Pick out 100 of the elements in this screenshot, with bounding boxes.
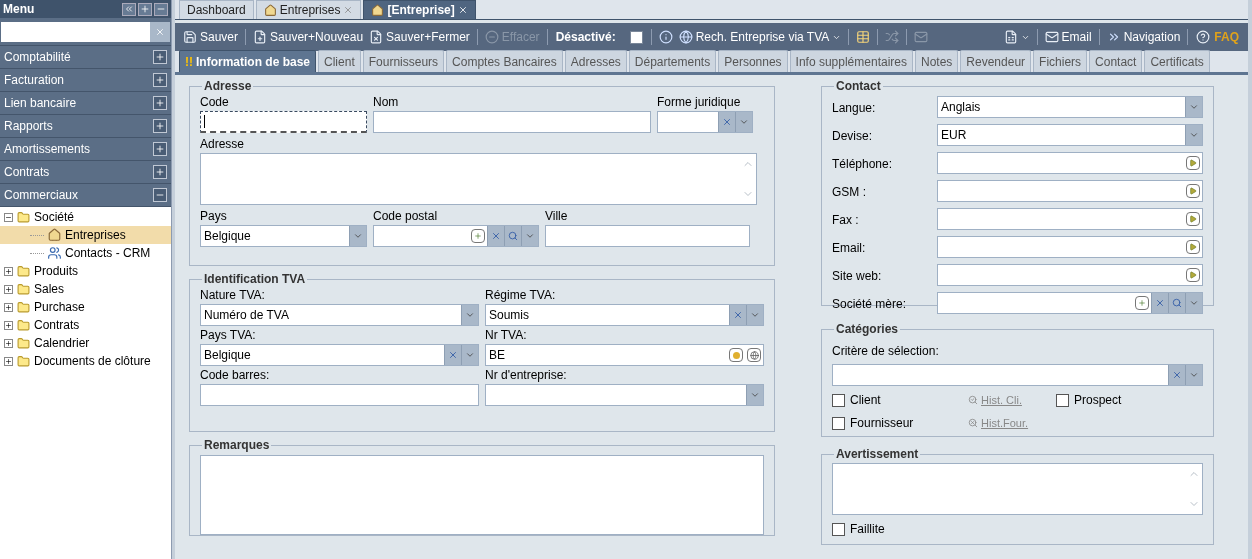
collapse-all-button[interactable] — [154, 2, 168, 16]
add-button[interactable] — [1135, 296, 1149, 310]
collapse-button[interactable] — [122, 2, 136, 16]
tree-item[interactable]: Contrats — [0, 316, 171, 334]
expand-all-button[interactable] — [138, 2, 152, 16]
go-button[interactable] — [1186, 240, 1200, 254]
toolbar-button[interactable]: Rech. Entreprise via TVA — [675, 27, 845, 47]
clear-button[interactable] — [718, 112, 735, 132]
go-button[interactable] — [1186, 212, 1200, 226]
input-field[interactable] — [937, 264, 1203, 286]
combo-box[interactable]: Belgique — [200, 344, 479, 366]
history-link[interactable]: Hist. Cli. — [968, 391, 1056, 409]
menu-section[interactable]: Commerciaux — [0, 184, 171, 207]
text-area[interactable] — [200, 153, 757, 205]
tree-item[interactable]: Société — [0, 208, 171, 226]
input-field[interactable] — [200, 111, 367, 133]
search-field[interactable] — [1, 21, 170, 42]
expand-icon[interactable] — [4, 284, 13, 294]
checkbox[interactable] — [832, 393, 845, 407]
form-tab[interactable]: Comptes Bancaires — [446, 50, 563, 72]
input-field[interactable] — [937, 208, 1203, 230]
tree-item[interactable]: Calendrier — [0, 334, 171, 352]
toolbar-button[interactable]: Navigation — [1103, 27, 1184, 47]
document-tab[interactable]: Dashboard — [179, 0, 254, 19]
combo-box[interactable]: Soumis — [485, 304, 764, 326]
input-field[interactable] — [373, 111, 651, 133]
clear-button[interactable] — [1168, 365, 1185, 385]
tree-item[interactable]: Documents de clôture — [0, 352, 171, 370]
form-tab[interactable]: Départements — [628, 50, 717, 72]
combo-box[interactable]: Numéro de TVA — [200, 304, 479, 326]
text-area[interactable] — [832, 463, 1203, 515]
menu-section[interactable]: Rapports — [0, 115, 171, 138]
clear-button[interactable] — [1151, 293, 1168, 313]
form-tab[interactable]: Revendeur — [960, 50, 1032, 72]
form-tab[interactable]: Contact — [1089, 50, 1143, 72]
toolbar-button[interactable]: Sauver — [180, 27, 242, 47]
checkbox[interactable] — [629, 30, 643, 44]
expand-icon[interactable] — [4, 320, 13, 330]
go-button[interactable] — [1186, 156, 1200, 170]
document-tab[interactable]: [Entreprise] — [363, 0, 476, 19]
input-field[interactable] — [937, 152, 1203, 174]
history-link[interactable]: Hist.Four. — [968, 414, 1056, 432]
toolbar-button[interactable]: Sauver+Fermer — [366, 27, 473, 47]
checkbox[interactable] — [832, 522, 845, 536]
search-button[interactable] — [1168, 293, 1185, 313]
tree-item[interactable]: Purchase — [0, 298, 171, 316]
combo-box[interactable]: EUR — [937, 124, 1203, 146]
document-tab[interactable]: Entreprises — [255, 0, 362, 19]
expand-icon[interactable] — [4, 266, 13, 276]
menu-section[interactable]: Facturation — [0, 69, 171, 92]
form-tab[interactable]: Personnes — [718, 50, 788, 72]
collapse-icon[interactable] — [4, 212, 13, 222]
menu-section[interactable]: Lien bancaire — [0, 92, 171, 115]
tree-item[interactable]: Produits — [0, 262, 171, 280]
combo-box[interactable] — [832, 364, 1203, 386]
expand-icon[interactable] — [4, 356, 13, 366]
expand-icon[interactable] — [4, 302, 13, 312]
clear-button[interactable] — [444, 345, 461, 365]
combo-box[interactable]: Belgique — [200, 225, 367, 247]
form-tab[interactable]: !! Information de base — [179, 50, 317, 72]
globe-button[interactable] — [747, 348, 761, 362]
form-tab[interactable]: Client — [318, 50, 361, 72]
form-tab[interactable]: Adresses — [564, 50, 627, 72]
close-icon[interactable] — [457, 5, 468, 15]
tree-item[interactable]: Entreprises — [0, 226, 171, 244]
input-field[interactable] — [937, 236, 1203, 258]
input-field[interactable] — [545, 225, 750, 247]
menu-section[interactable]: Comptabilité — [0, 46, 171, 69]
menu-section[interactable]: Amortissements — [0, 138, 171, 161]
form-tab[interactable]: Info supplémentaires — [789, 50, 913, 72]
clear-button[interactable] — [487, 226, 504, 246]
input-field[interactable] — [200, 384, 479, 406]
form-tab[interactable]: Fournisseurs — [362, 50, 445, 72]
go-button[interactable] — [1186, 184, 1200, 198]
menu-section[interactable]: Contrats — [0, 161, 171, 184]
combo-box[interactable] — [373, 225, 539, 247]
tree-item[interactable]: Contacts - CRM — [0, 244, 171, 262]
validate-button[interactable] — [729, 348, 743, 362]
close-icon[interactable] — [343, 5, 354, 15]
toolbar-button[interactable]: Email — [1041, 27, 1095, 47]
clear-button[interactable] — [729, 305, 746, 325]
add-button[interactable] — [471, 229, 485, 243]
go-button[interactable] — [1186, 268, 1200, 282]
text-area[interactable] — [200, 455, 764, 535]
form-tab[interactable]: Notes — [915, 50, 959, 72]
combo-box[interactable] — [485, 384, 764, 406]
combo-box[interactable]: Anglais — [937, 96, 1203, 118]
input-field[interactable] — [937, 180, 1203, 202]
combo-box[interactable] — [657, 111, 753, 133]
form-tab[interactable]: Certificats — [1144, 50, 1210, 72]
toolbar-button[interactable]: Sauver+Nouveau — [250, 27, 367, 47]
checkbox[interactable] — [1056, 393, 1069, 407]
checkbox[interactable] — [832, 416, 845, 430]
form-tab[interactable]: Fichiers — [1033, 50, 1088, 72]
tree-item[interactable]: Sales — [0, 280, 171, 298]
search-button[interactable] — [504, 226, 521, 246]
combo-box[interactable] — [937, 292, 1203, 314]
expand-icon[interactable] — [4, 338, 13, 348]
clear-button[interactable] — [150, 21, 170, 42]
input-field[interactable]: BE — [485, 344, 764, 366]
